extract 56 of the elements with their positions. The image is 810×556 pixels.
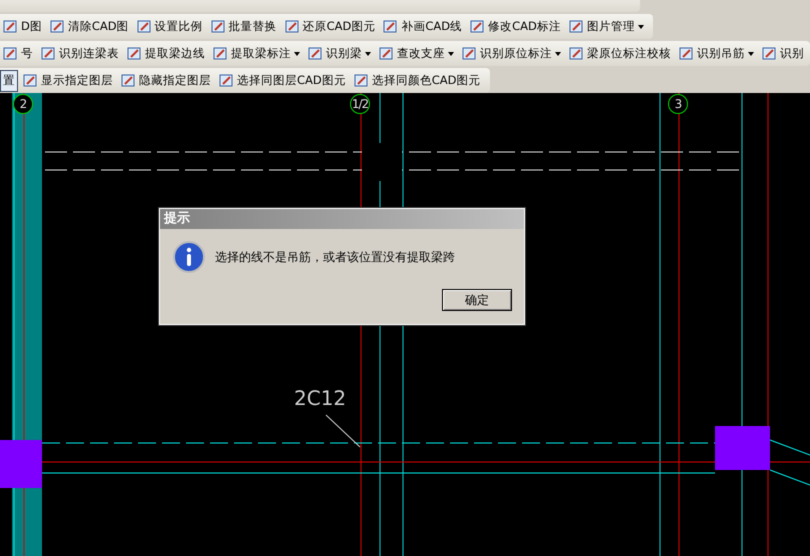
rebar-annotation: 2C12 (294, 386, 346, 410)
tool-icon (121, 73, 136, 88)
toolbar-button[interactable]: 提取梁标注 (210, 42, 303, 64)
tool-icon (284, 19, 300, 34)
dialog-message: 选择的线不是吊筋，或者该位置没有提取梁跨 (215, 248, 455, 266)
toolbar-button[interactable]: 批量替换 (208, 16, 280, 38)
toolbar-button[interactable]: 补画CAD线 (380, 16, 466, 38)
toolbar-button[interactable]: 识别 (759, 42, 807, 64)
tool-icon (308, 46, 323, 61)
caret-icon (748, 52, 754, 56)
tool-icon (136, 19, 152, 34)
caret-icon (638, 24, 644, 28)
toolbar-button[interactable]: 设置比例 (134, 16, 206, 38)
tool-icon (379, 46, 394, 61)
tool-icon (762, 46, 777, 61)
tool-icon (213, 46, 228, 61)
caret-icon (365, 52, 371, 56)
tool-icon (210, 19, 226, 34)
tool-icon (383, 19, 398, 34)
caret-icon (294, 52, 300, 56)
toolbar-button[interactable]: 号 (0, 42, 36, 64)
ok-button[interactable]: 确定 (442, 289, 512, 311)
tool-icon (23, 73, 38, 88)
toolbar-button[interactable]: 梁原位标注校核 (566, 42, 674, 64)
tool-icon (3, 46, 18, 61)
tool-icon (568, 19, 584, 34)
toolbar-button[interactable]: 查改支座 (376, 42, 457, 64)
toolbar-button[interactable]: 隐藏指定图层 (118, 70, 214, 92)
toolbar-button[interactable]: 修改CAD标注 (467, 16, 564, 38)
info-icon (173, 241, 205, 273)
caret-icon (448, 52, 454, 56)
tool-icon (41, 46, 56, 61)
tool-icon (354, 73, 369, 88)
tool-icon (219, 73, 234, 88)
toolbar-button[interactable]: 置 (0, 70, 18, 92)
toolbar-button[interactable]: 识别连梁表 (38, 42, 122, 64)
toolbar-button[interactable]: 图片管理 (566, 16, 647, 38)
toolbar-button[interactable]: D图 (0, 16, 45, 38)
toolbar-button[interactable]: 显示指定图层 (20, 70, 116, 92)
toolbar-button[interactable]: 清除CAD图 (46, 16, 132, 38)
caret-icon (555, 52, 561, 56)
tool-icon (3, 19, 18, 34)
toolbar-button[interactable]: 识别吊筋 (676, 42, 757, 64)
toolbar-button[interactable]: 识别梁 (305, 42, 374, 64)
toolbar-button[interactable]: 还原CAD图元 (282, 16, 378, 38)
tool-icon (569, 46, 584, 61)
toolbar-button[interactable]: 选择同颜色CAD图元 (350, 70, 484, 92)
tool-icon (50, 19, 65, 34)
tool-icon (462, 46, 477, 61)
tool-icon (470, 19, 486, 34)
dialog-title: 提示 (160, 209, 524, 229)
toolbar-button[interactable]: 选择同图层CAD图元 (216, 70, 349, 92)
toolbar-button[interactable]: 识别原位标注 (459, 42, 564, 64)
toolbar-button[interactable]: 提取梁边线 (124, 42, 208, 64)
tool-icon (679, 46, 694, 61)
tool-icon (127, 46, 142, 61)
